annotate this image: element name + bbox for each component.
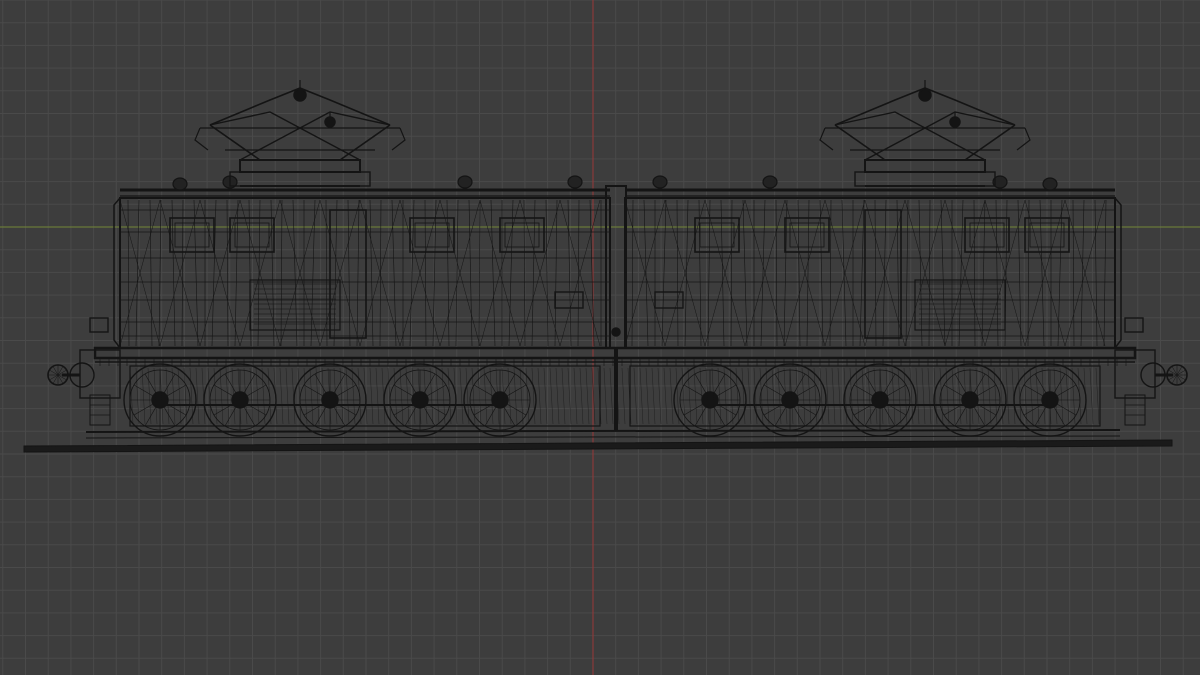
wheel-icon xyxy=(463,363,537,437)
right-pantograph-icon[interactable] xyxy=(819,80,1031,187)
left-cab xyxy=(113,188,611,349)
locomotive-wireframe[interactable] xyxy=(0,0,1200,675)
wheel-icon xyxy=(203,363,277,437)
track-rail xyxy=(23,429,1173,453)
left-buffers xyxy=(47,317,121,426)
wheel-icon xyxy=(753,363,827,437)
wheel-icon xyxy=(673,363,747,437)
roof-equipment xyxy=(172,175,1058,191)
wheel-icon xyxy=(293,363,367,437)
right-cab xyxy=(624,188,1122,349)
3d-viewport[interactable] xyxy=(0,0,1200,675)
wheel-icon xyxy=(933,363,1007,437)
wheel-icon xyxy=(383,363,457,437)
wheel-icon xyxy=(843,363,917,437)
wheel-icon xyxy=(123,363,197,437)
left-pantograph-icon[interactable] xyxy=(194,80,406,187)
right-buffers xyxy=(1114,317,1188,426)
wheel-icon xyxy=(1013,363,1087,437)
